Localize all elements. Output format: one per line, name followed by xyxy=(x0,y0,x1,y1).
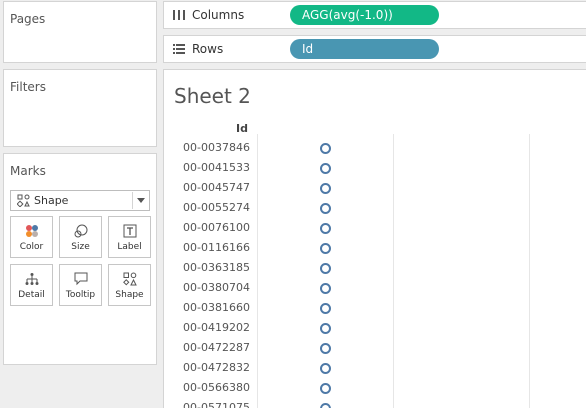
data-mark[interactable] xyxy=(320,342,331,354)
pages-card: Pages xyxy=(3,1,157,63)
data-mark[interactable] xyxy=(320,202,331,214)
shape-button[interactable]: Shape xyxy=(108,264,151,306)
row-header[interactable]: 00-0380704 xyxy=(180,281,250,295)
viz-area[interactable]: Id 00-0037846 00-0041533 00-0045747 00-0055… xyxy=(164,70,586,408)
mark-type-value: Shape xyxy=(34,194,69,207)
data-mark[interactable] xyxy=(320,182,331,194)
grid-line xyxy=(529,134,530,408)
tooltip-icon xyxy=(73,271,89,287)
row-header[interactable]: 00-0037846 xyxy=(180,141,250,155)
row-header[interactable]: 00-0041533 xyxy=(180,161,250,175)
row-header[interactable]: 00-0472287 xyxy=(180,341,250,355)
detail-button[interactable]: Detail xyxy=(10,264,53,306)
rows-label-text: Rows xyxy=(192,42,224,56)
columns-label-text: Columns xyxy=(192,8,245,22)
grid-line xyxy=(393,134,394,408)
row-header[interactable]: 00-0566380 xyxy=(180,381,250,395)
size-button-label: Size xyxy=(71,242,90,252)
marks-card: Marks Shape Color Size Label Detail Tool… xyxy=(3,153,157,365)
data-mark[interactable] xyxy=(320,362,331,374)
size-button[interactable]: Size xyxy=(59,216,102,258)
row-header[interactable]: 00-0055274 xyxy=(180,201,250,215)
columns-pill[interactable]: AGG(avg(-1.0)) xyxy=(290,5,439,25)
pages-title: Pages xyxy=(10,12,46,26)
detail-button-label: Detail xyxy=(18,290,45,300)
filters-card[interactable]: Filters xyxy=(3,69,157,147)
filters-title: Filters xyxy=(10,80,46,94)
marks-title: Marks xyxy=(10,164,46,178)
data-mark[interactable] xyxy=(320,282,331,294)
row-header[interactable]: 00-0045747 xyxy=(180,181,250,195)
data-mark[interactable] xyxy=(320,242,331,254)
row-header[interactable]: 00-0116166 xyxy=(180,241,250,255)
label-icon xyxy=(122,223,138,239)
chevron-down-icon[interactable] xyxy=(132,192,148,209)
label-button-label: Label xyxy=(117,242,142,252)
rows-pill[interactable]: Id xyxy=(290,39,439,59)
data-mark[interactable] xyxy=(320,322,331,334)
data-mark[interactable] xyxy=(320,382,331,394)
field-header-id[interactable]: Id xyxy=(180,122,248,135)
color-icon xyxy=(24,223,40,239)
row-header[interactable]: 00-0571075 xyxy=(180,401,250,408)
rows-shelf[interactable]: Rows Id xyxy=(163,35,586,63)
row-header[interactable]: 00-0076100 xyxy=(180,221,250,235)
size-icon xyxy=(73,223,89,239)
data-mark[interactable] xyxy=(320,222,331,234)
rows-icon xyxy=(172,43,186,55)
data-mark[interactable] xyxy=(320,262,331,274)
row-header[interactable]: 00-0363185 xyxy=(180,261,250,275)
sheet-view[interactable]: Sheet 2 Id 00-0037846 00-0041533 00-004574… xyxy=(163,69,586,408)
row-header[interactable]: 00-0419202 xyxy=(180,321,250,335)
shape-button-label: Shape xyxy=(115,290,144,300)
columns-shelf[interactable]: Columns AGG(avg(-1.0)) xyxy=(163,1,586,29)
tooltip-button[interactable]: Tooltip xyxy=(59,264,102,306)
data-mark[interactable] xyxy=(320,402,331,408)
color-button-label: Color xyxy=(19,242,44,252)
shape-icon xyxy=(16,194,30,208)
columns-icon xyxy=(172,9,186,21)
row-header[interactable]: 00-0472832 xyxy=(180,361,250,375)
detail-icon xyxy=(24,271,40,287)
color-button[interactable]: Color xyxy=(10,216,53,258)
grid-line xyxy=(257,134,258,408)
columns-shelf-label: Columns xyxy=(172,8,244,22)
label-button[interactable]: Label xyxy=(108,216,151,258)
data-mark[interactable] xyxy=(320,302,331,314)
tooltip-button-label: Tooltip xyxy=(65,290,96,300)
data-mark[interactable] xyxy=(320,142,331,154)
rows-shelf-label: Rows xyxy=(172,42,223,56)
data-mark[interactable] xyxy=(320,162,331,174)
row-header[interactable]: 00-0381660 xyxy=(180,301,250,315)
mark-type-dropdown[interactable]: Shape xyxy=(10,190,150,211)
shape-icon xyxy=(122,271,138,287)
